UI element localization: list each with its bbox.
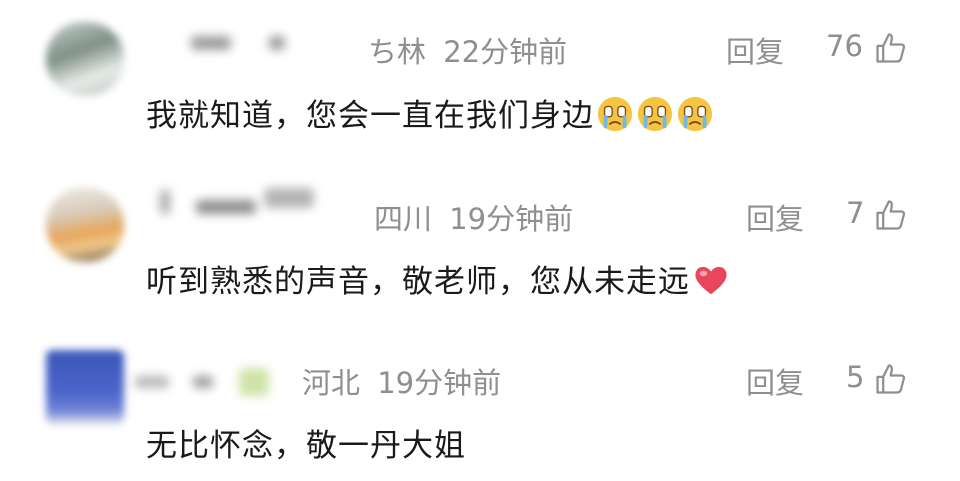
comment-meta: 四川 19分钟前 [374,196,573,238]
comment-item: 四川 19分钟前 回复 7 听到熟悉的声音，敬老师，您从未走远 [0,160,960,320]
location-label: 四川 [374,202,433,236]
crying-face-emoji [597,96,633,132]
reply-button[interactable]: 回复 [746,196,804,238]
like-count: 7 [846,196,865,230]
username-blurred[interactable] [185,34,305,52]
comment-meta: ち林 22分钟前 [368,29,567,71]
comment-text-row: 我就知道，您会一直在我们身边 [146,90,714,135]
comment-text-row: 无比怀念，敬一丹大姐 [146,420,466,465]
reply-button[interactable]: 回复 [746,360,804,402]
comment-item: ち林 22分钟前 回复 76 我就知道，您会一直在我们身边 [0,0,960,160]
comment-text-row: 听到熟悉的声音，敬老师，您从未走远 [146,256,730,301]
timestamp: 19分钟前 [377,366,502,400]
comment-text: 我就知道，您会一直在我们身边 [146,98,594,134]
avatar[interactable] [46,188,124,262]
timestamp: 22分钟前 [443,35,568,69]
username-blurred[interactable] [135,368,285,398]
crying-face-emoji [637,96,673,132]
avatar[interactable] [46,22,124,96]
comment-item: 河北 19分钟前 回复 5 无比怀念，敬一丹大姐 [0,320,960,481]
thumbs-up-icon[interactable] [874,362,908,396]
like-count: 5 [846,360,865,394]
comment-text: 无比怀念，敬一丹大姐 [146,428,466,464]
comment-meta: 河北 19分钟前 [302,360,501,402]
heart-emoji [695,266,727,295]
location-label: ち林 [368,35,427,69]
reply-button[interactable]: 回复 [726,29,784,71]
like-count: 76 [826,29,863,63]
location-label: 河北 [302,366,361,400]
username-blurred[interactable] [160,186,330,216]
timestamp: 19分钟前 [449,202,574,236]
thumbs-up-icon[interactable] [874,31,908,65]
thumbs-up-icon[interactable] [874,198,908,232]
crying-face-emoji [677,96,713,132]
avatar[interactable] [46,350,124,424]
comment-text: 听到熟悉的声音，敬老师，您从未走远 [146,264,690,300]
